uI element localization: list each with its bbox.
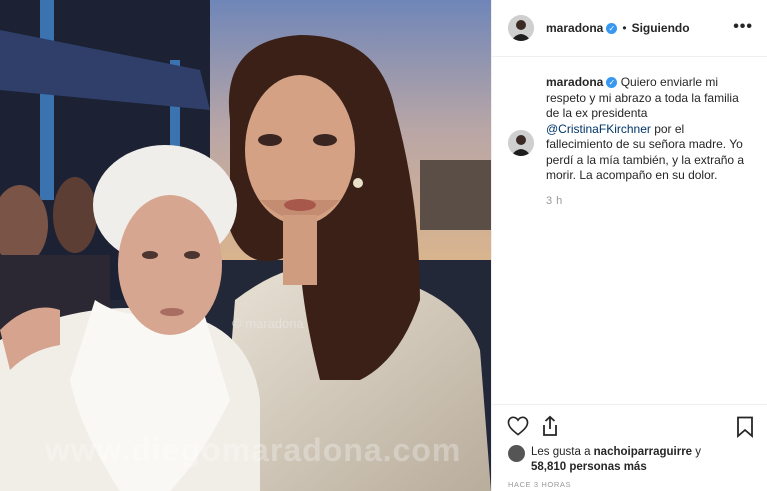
avatar[interactable]: [508, 445, 525, 462]
header-username[interactable]: maradona: [546, 21, 603, 35]
liker-username[interactable]: nachoiparraguirre: [594, 446, 692, 458]
follow-status-button[interactable]: Siguiendo: [632, 21, 690, 35]
likes-text: Les gusta a nachoiparraguirre y 58,810 pe…: [531, 445, 731, 475]
likes-count-link[interactable]: 58,810 personas más: [531, 461, 647, 473]
avatar-image: [508, 15, 534, 41]
verified-badge-icon: ✓: [606, 77, 618, 89]
share-icon[interactable]: [539, 415, 561, 442]
caption-comment: maradona ✓ Quiero enviarle mi respeto y m…: [508, 75, 758, 209]
caption-username[interactable]: maradona: [546, 75, 603, 89]
avatar[interactable]: [508, 15, 534, 41]
verified-badge-icon: ✓: [606, 22, 618, 34]
caption-body: maradona ✓ Quiero enviarle mi respeto y m…: [546, 75, 752, 209]
likes-summary: Les gusta a nachoiparraguirre y 58,810 pe…: [508, 445, 731, 475]
post-header: maradona ✓ • Siguiendo •••: [492, 0, 767, 57]
post-photo[interactable]: © maradona www.diegomaradona.com: [0, 0, 491, 491]
likes-prefix: Les gusta a: [531, 446, 594, 458]
more-options-icon[interactable]: •••: [733, 18, 753, 36]
caption-mention-link[interactable]: @CristinaFKirchner: [546, 122, 651, 136]
instagram-post: © maradona www.diegomaradona.com maradon…: [0, 0, 767, 491]
post-actions: Les gusta a nachoiparraguirre y 58,810 pe…: [492, 404, 767, 491]
avatar-image: [508, 130, 534, 156]
photo-illustration: [0, 0, 491, 491]
bookmark-icon[interactable]: [736, 416, 754, 443]
post-timestamp[interactable]: HACE 3 HORAS: [508, 480, 571, 489]
post-sidebar: maradona ✓ • Siguiendo ••• maradona ✓ Qui…: [491, 0, 767, 491]
photo-watermark-small: © maradona: [232, 316, 304, 331]
heart-icon[interactable]: [507, 416, 529, 441]
caption-timestamp[interactable]: 3 h: [546, 194, 752, 210]
avatar[interactable]: [508, 130, 534, 156]
photo-watermark-big: www.diegomaradona.com: [45, 432, 462, 468]
header-separator: •: [622, 21, 627, 35]
likes-joiner: y: [692, 446, 702, 458]
